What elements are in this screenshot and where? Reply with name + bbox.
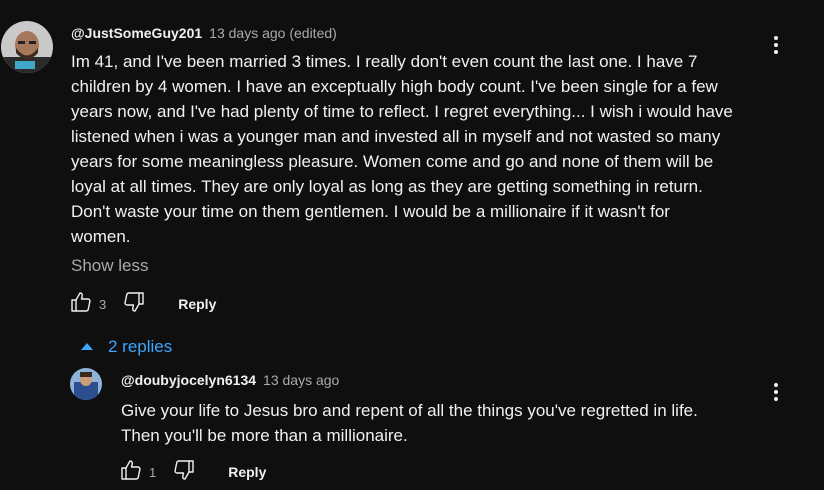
comments-section: @JustSomeGuy201 13 days ago (edited) Im … <box>0 0 824 490</box>
reply-like-button[interactable] <box>117 458 145 486</box>
thumbs-down-icon <box>122 290 146 319</box>
more-vertical-icon <box>773 35 779 60</box>
comment-author[interactable]: @JustSomeGuy201 <box>71 25 202 41</box>
avatar[interactable] <box>1 21 53 73</box>
comment-menu-button[interactable] <box>766 33 786 61</box>
reply-menu-button[interactable] <box>766 380 786 408</box>
more-vertical-icon <box>773 382 779 407</box>
reply-line: Give your life to Jesus bro and repent o… <box>121 401 698 420</box>
dislike-button[interactable] <box>120 290 148 318</box>
reply-timestamp[interactable]: 13 days ago <box>263 372 339 388</box>
comment-text: Im 41, and I've been married 3 times. I … <box>71 49 733 249</box>
thumbs-down-icon <box>172 458 196 487</box>
comment-line: Don't waste your time on them gentlemen.… <box>71 202 670 221</box>
like-button[interactable] <box>67 290 95 318</box>
comment-line: children by 4 women. I have an exceptual… <box>71 77 718 96</box>
reply-avatar[interactable] <box>70 368 102 400</box>
reply-dislike-button[interactable] <box>170 458 198 486</box>
like-count: 3 <box>99 296 107 312</box>
chevron-up-icon <box>80 338 94 356</box>
comment-timestamp[interactable]: 13 days ago (edited) <box>209 25 337 41</box>
replies-toggle-button[interactable]: 2 replies <box>80 337 172 357</box>
comment-header: @JustSomeGuy201 13 days ago (edited) <box>71 25 337 41</box>
show-less-button[interactable]: Show less <box>71 256 148 276</box>
reply-header: @doubyjocelyn6134 13 days ago <box>121 372 339 388</box>
reply-text: Give your life to Jesus bro and repent o… <box>121 398 698 448</box>
comment-line: years now, and I've had plenty of time t… <box>71 102 733 121</box>
reply-like-count: 1 <box>149 464 157 480</box>
thumbs-up-icon <box>119 458 143 487</box>
reply-author[interactable]: @doubyjocelyn6134 <box>121 372 256 388</box>
comment-line: Im 41, and I've been married 3 times. I … <box>71 52 698 71</box>
reply-reply-button[interactable]: Reply <box>228 464 266 480</box>
comment-line: listened when i was a younger man and in… <box>71 127 721 146</box>
reply-button[interactable]: Reply <box>178 296 216 312</box>
reply-line: Then you'll be more than a millionaire. <box>121 426 408 445</box>
comment-action-bar: 3 Reply <box>67 289 216 319</box>
replies-count-label: 2 replies <box>108 337 173 356</box>
comment-line: loyal at all times. They are only loyal … <box>71 177 703 196</box>
comment-line: years for some meaningless pleasure. Wom… <box>71 152 714 171</box>
thumbs-up-icon <box>69 290 93 319</box>
comment-line: women. <box>71 227 131 246</box>
reply-action-bar: 1 Reply <box>117 457 266 487</box>
